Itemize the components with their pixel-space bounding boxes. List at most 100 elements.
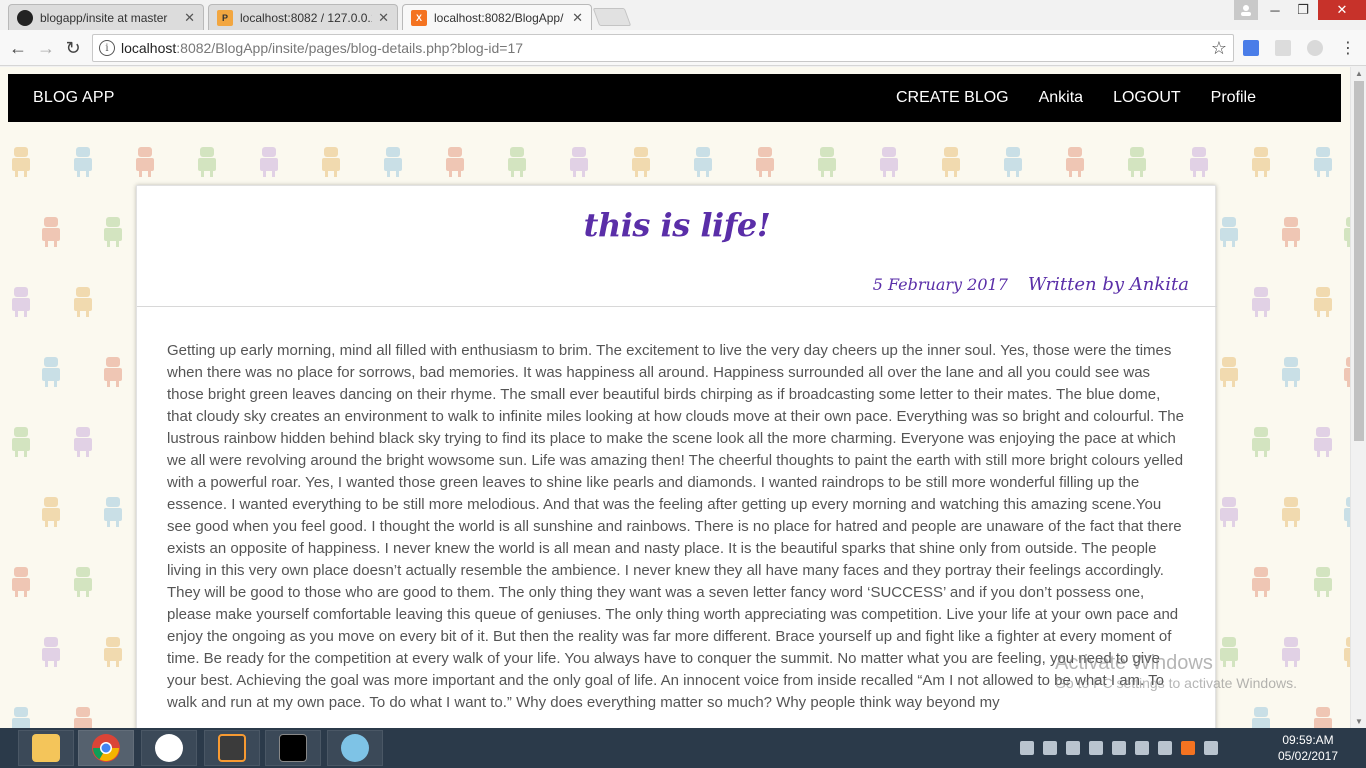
tray-icon[interactable] bbox=[1112, 741, 1126, 755]
clock[interactable]: 09:59:AM 05/02/2017 bbox=[1268, 732, 1348, 764]
nav-create-blog[interactable]: CREATE BLOG bbox=[896, 89, 1009, 107]
tray-icon[interactable] bbox=[1020, 741, 1034, 755]
robot-decoration bbox=[444, 147, 466, 177]
translate-icon[interactable] bbox=[1243, 40, 1259, 56]
robot-decoration bbox=[1312, 427, 1334, 457]
system-tray bbox=[1020, 728, 1227, 768]
robot-decoration bbox=[196, 147, 218, 177]
robot-decoration bbox=[72, 287, 94, 317]
robot-decoration bbox=[1280, 357, 1302, 387]
network-icon[interactable] bbox=[1204, 741, 1218, 755]
robot-decoration bbox=[40, 357, 62, 387]
maximize-icon[interactable]: ❐ bbox=[1290, 0, 1316, 20]
robot-decoration bbox=[10, 567, 32, 597]
robot-decoration bbox=[692, 147, 714, 177]
robot-decoration bbox=[1188, 147, 1210, 177]
close-icon[interactable]: ✕ bbox=[184, 10, 195, 26]
nav-username[interactable]: Ankita bbox=[1039, 89, 1083, 107]
nav-logout[interactable]: LOGOUT bbox=[1113, 89, 1181, 107]
robot-decoration bbox=[816, 147, 838, 177]
robot-decoration bbox=[1250, 287, 1272, 317]
new-tab-button[interactable] bbox=[592, 8, 632, 26]
address-bar[interactable]: i localhost:8082/BlogApp/insite/pages/bl… bbox=[92, 34, 1234, 62]
post-title: this is life! bbox=[583, 206, 771, 244]
tab-phpmyadmin[interactable]: P localhost:8082 / 127.0.0.1 ✕ bbox=[208, 4, 398, 30]
nav-links: CREATE BLOG Ankita LOGOUT Profile bbox=[866, 89, 1256, 107]
tab-blog-details[interactable]: X localhost:8082/BlogApp/ ✕ bbox=[402, 4, 592, 31]
browser-toolbar: ← → ↻ i localhost:8082/BlogApp/insite/pa… bbox=[0, 30, 1366, 66]
robot-decoration bbox=[568, 147, 590, 177]
scroll-down-icon[interactable]: ▼ bbox=[1355, 717, 1363, 726]
info-icon[interactable]: i bbox=[99, 40, 115, 56]
watermark-subtitle: Go to PC settings to activate Windows. bbox=[1055, 675, 1297, 691]
robot-decoration bbox=[1126, 147, 1148, 177]
robot-decoration bbox=[1250, 147, 1272, 177]
tray-icon[interactable] bbox=[1135, 741, 1149, 755]
robot-decoration bbox=[1280, 497, 1302, 527]
robot-decoration bbox=[1250, 707, 1272, 728]
robot-decoration bbox=[1280, 217, 1302, 247]
brand-logo[interactable]: BLOG APP bbox=[33, 89, 115, 107]
robot-decoration bbox=[1250, 567, 1272, 597]
sublime-text-icon[interactable] bbox=[204, 730, 260, 766]
paint-icon[interactable] bbox=[327, 730, 383, 766]
close-window-icon[interactable]: ✕ bbox=[1318, 0, 1366, 20]
chrome-icon[interactable] bbox=[78, 730, 134, 766]
robot-decoration bbox=[1312, 147, 1334, 177]
scroll-up-icon[interactable]: ▲ bbox=[1355, 69, 1363, 78]
extension-icon[interactable] bbox=[1275, 40, 1291, 56]
tray-icon[interactable] bbox=[1043, 741, 1057, 755]
clock-time: 09:59:AM bbox=[1282, 733, 1334, 747]
bookmark-star-icon[interactable]: ☆ bbox=[1211, 38, 1227, 59]
activate-windows-watermark: Activate Windows Go to PC settings to ac… bbox=[1055, 652, 1297, 691]
user-avatar-icon[interactable] bbox=[141, 730, 197, 766]
battery-icon[interactable] bbox=[1066, 741, 1080, 755]
vertical-scrollbar[interactable]: ▲ ▼ bbox=[1350, 67, 1366, 728]
file-explorer-icon[interactable] bbox=[18, 730, 74, 766]
url-path: :8082/BlogApp/insite/pages/blog-details.… bbox=[176, 40, 524, 56]
robot-decoration bbox=[878, 147, 900, 177]
robot-decoration bbox=[1342, 637, 1350, 667]
phpmyadmin-icon: P bbox=[217, 9, 233, 26]
scrollbar-thumb[interactable] bbox=[1354, 81, 1364, 441]
close-icon[interactable]: ✕ bbox=[378, 10, 389, 26]
robot-decoration bbox=[382, 147, 404, 177]
nav-profile[interactable]: Profile bbox=[1211, 89, 1256, 107]
post-meta: 5 February 2017 Written by Ankita bbox=[873, 274, 1189, 295]
extension-icon[interactable] bbox=[1307, 40, 1323, 56]
robot-decoration bbox=[40, 217, 62, 247]
robot-decoration bbox=[10, 287, 32, 317]
close-icon[interactable]: ✕ bbox=[572, 10, 583, 26]
robot-decoration bbox=[10, 147, 32, 177]
xampp-tray-icon[interactable] bbox=[1181, 741, 1195, 755]
tab-github[interactable]: blogapp/insite at master ✕ bbox=[8, 4, 204, 30]
tray-icon[interactable] bbox=[1089, 741, 1103, 755]
tab-title: localhost:8082 / 127.0.0.1 bbox=[240, 10, 373, 25]
site-navbar: BLOG APP CREATE BLOG Ankita LOGOUT Profi… bbox=[8, 74, 1341, 122]
page-viewport: BLOG APP CREATE BLOG Ankita LOGOUT Profi… bbox=[0, 67, 1350, 728]
clock-date: 05/02/2017 bbox=[1277, 749, 1339, 763]
robot-decoration bbox=[1342, 497, 1350, 527]
minimize-icon[interactable]: ─ bbox=[1262, 0, 1288, 20]
robot-decoration bbox=[72, 427, 94, 457]
forward-icon[interactable]: → bbox=[36, 38, 56, 58]
xampp-icon: X bbox=[411, 10, 427, 26]
profile-icon[interactable] bbox=[1234, 0, 1258, 20]
robot-decoration bbox=[630, 147, 652, 177]
robot-decoration bbox=[1342, 217, 1350, 247]
robot-decoration bbox=[102, 217, 124, 247]
reload-icon[interactable]: ↻ bbox=[63, 38, 83, 58]
robot-decoration bbox=[940, 147, 962, 177]
cmd-icon[interactable] bbox=[265, 730, 321, 766]
back-icon[interactable]: ← bbox=[8, 38, 28, 58]
robot-decoration bbox=[72, 707, 94, 728]
menu-icon[interactable]: ⋮ bbox=[1338, 38, 1358, 58]
robot-decoration bbox=[1250, 427, 1272, 457]
tray-icon[interactable] bbox=[1158, 741, 1172, 755]
robot-decoration bbox=[1342, 357, 1350, 387]
robot-decoration bbox=[320, 147, 342, 177]
blog-post-card: this is life! 5 February 2017 Written by… bbox=[136, 185, 1217, 728]
robot-decoration bbox=[1218, 497, 1240, 527]
watermark-title: Activate Windows bbox=[1055, 652, 1213, 674]
robot-decoration bbox=[1218, 357, 1240, 387]
